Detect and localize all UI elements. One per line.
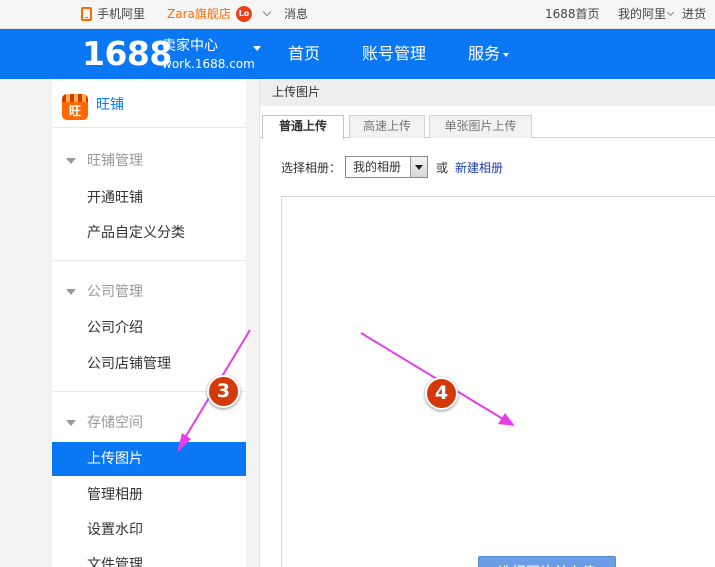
upload-area: 选择图片并上传: [281, 196, 715, 567]
wangpu-icon-text: 旺: [68, 104, 81, 118]
mobile-ali-link[interactable]: 手机阿里: [97, 0, 145, 29]
nav-services[interactable]: 服务: [468, 29, 510, 79]
chevron-down-icon[interactable]: [262, 7, 272, 17]
wholesale-link[interactable]: 进货: [682, 0, 706, 29]
album-select[interactable]: 我的相册: [345, 156, 428, 178]
caret-down-icon: [503, 52, 510, 57]
logo-1688[interactable]: 1688: [82, 34, 172, 74]
sidebar-item-custom-category[interactable]: 产品自定义分类: [52, 216, 246, 250]
step-3-badge: 3: [207, 375, 240, 408]
breadcrumb: 上传图片: [260, 79, 715, 106]
tab-fast-upload[interactable]: 高速上传: [349, 115, 425, 138]
divider: [52, 127, 246, 128]
main-content: 上传图片 普通上传 高速上传 单张图片上传 选择相册： 我的相册 或 新建相册 …: [259, 79, 715, 567]
sidebar-item-file-management[interactable]: 文件管理: [52, 548, 246, 567]
album-select-value: 我的相册: [353, 160, 402, 174]
mobile-phone-icon: [81, 7, 92, 21]
nav-account-management[interactable]: 账号管理: [362, 29, 426, 79]
wangpu-store-icon: 旺: [62, 94, 88, 120]
sidebar-item-watermark[interactable]: 设置水印: [52, 513, 246, 547]
store-avatar-badge[interactable]: Lo: [236, 6, 252, 22]
or-text: 或: [436, 161, 449, 175]
sidebar-item-upload-images[interactable]: 上传图片: [52, 442, 246, 476]
logo-url: work.1688.com: [162, 57, 255, 71]
new-album-link[interactable]: 新建相册: [455, 160, 503, 176]
tab-single-upload[interactable]: 单张图片上传: [429, 115, 532, 138]
home-1688-link[interactable]: 1688首页: [545, 0, 600, 29]
top-utility-bar: 手机阿里 Zara旗舰店 Lo 消息 1688首页 我的阿里 进货: [0, 0, 715, 29]
caret-down-icon[interactable]: [253, 46, 261, 51]
logo-title: 卖家中心: [162, 38, 218, 54]
upload-tabs: 普通上传 高速上传 单张图片上传: [260, 106, 715, 139]
chevron-down-icon[interactable]: [666, 8, 675, 17]
album-label: 选择相册：: [281, 161, 342, 175]
sidebar-item-manage-albums[interactable]: 管理相册: [52, 478, 246, 512]
section-storage[interactable]: 存储空间: [52, 412, 246, 434]
nav-home[interactable]: 首页: [288, 29, 320, 79]
my-ali-link[interactable]: 我的阿里: [618, 0, 666, 29]
select-and-upload-button[interactable]: 选择图片并上传: [478, 556, 616, 567]
sidebar-item-company-intro[interactable]: 公司介绍: [52, 311, 246, 345]
tab-normal-upload[interactable]: 普通上传: [262, 115, 344, 139]
section-company-management[interactable]: 公司管理: [52, 281, 246, 303]
section-wangpu-management[interactable]: 旺铺管理: [52, 150, 246, 172]
zara-store-link[interactable]: Zara旗舰店: [167, 0, 231, 29]
sidebar-item-open-wangpu[interactable]: 开通旺铺: [52, 181, 246, 215]
nav-services-label: 服务: [468, 44, 501, 63]
divider: [52, 260, 246, 261]
seller-center-header: 1688 卖家中心 work.1688.com 首页 账号管理 服务: [0, 29, 715, 79]
wangpu-title[interactable]: 旺铺: [96, 93, 124, 117]
dropdown-arrow-icon[interactable]: [410, 157, 427, 177]
step-4-badge: 4: [425, 377, 458, 410]
sidebar: 旺 旺铺 旺铺管理 开通旺铺 产品自定义分类 公司管理 公司介绍 公司店铺管理 …: [52, 79, 246, 567]
messages-link[interactable]: 消息: [284, 0, 308, 29]
